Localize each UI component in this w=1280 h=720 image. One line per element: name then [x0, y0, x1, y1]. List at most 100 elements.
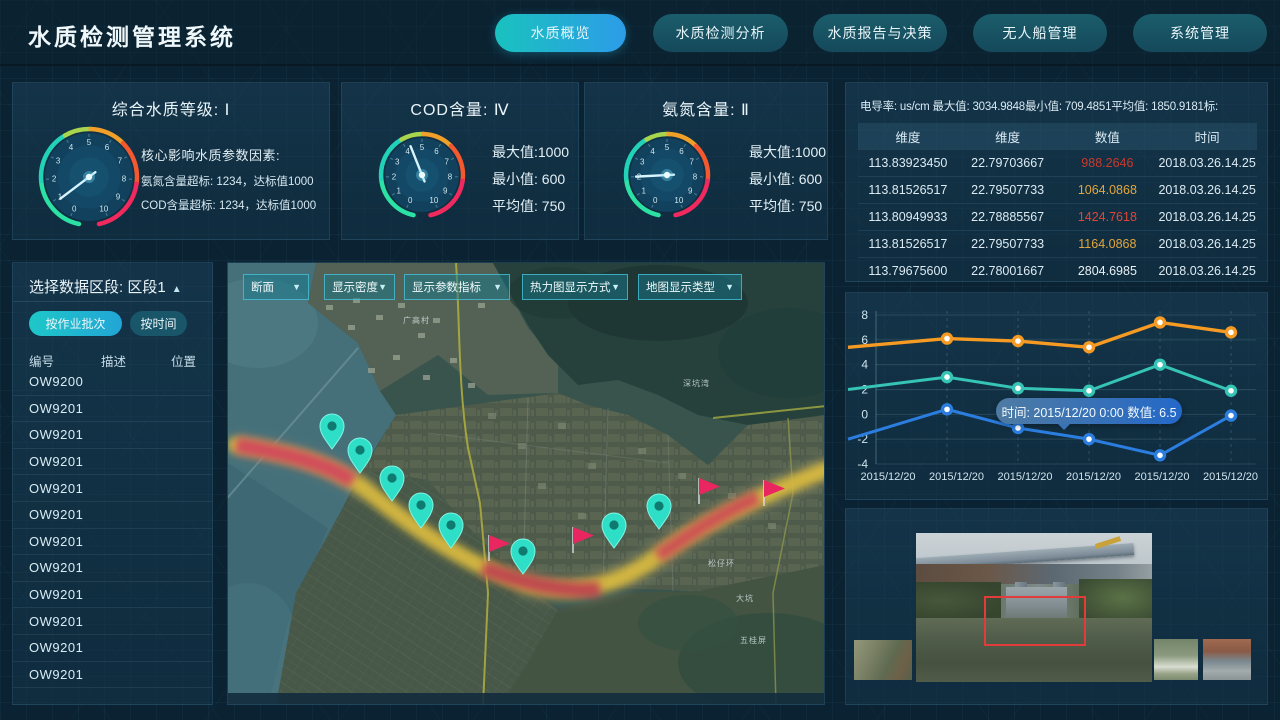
- conductivity-table: 维度维度数值时间113.8392345022.79703667988.26462…: [858, 123, 1257, 284]
- svg-text:-4: -4: [857, 457, 868, 471]
- gauge-desc-line: COD含量超标: 1234，达标值1000: [141, 197, 316, 213]
- svg-text:6: 6: [105, 143, 110, 152]
- list-item[interactable]: OW9201: [13, 475, 212, 502]
- panel-cod: COD含量: Ⅳ 012345678910 最大值:1000最小值: 600平均…: [341, 82, 579, 240]
- svg-text:3: 3: [56, 156, 61, 165]
- map-place-label: 松仔环: [708, 558, 735, 569]
- svg-text:0: 0: [408, 196, 413, 205]
- map-filter-dropdown[interactable]: 地图显示类型▼: [638, 274, 742, 300]
- nav-tab-1[interactable]: 水质概览: [495, 14, 626, 52]
- line-chart: 86420-2-42015/12/202015/12/202015/12/202…: [846, 293, 1269, 501]
- value-cell: 988.2646: [1058, 156, 1158, 170]
- list-item[interactable]: OW9201: [13, 555, 212, 582]
- list-item[interactable]: OW9201: [13, 529, 212, 556]
- chevron-down-icon: ▼: [725, 282, 734, 292]
- panel-conductivity: 电导率: us/cm 最大值: 3034.9848最小值: 709.4851平均…: [845, 82, 1268, 282]
- value-cell: 1424.7618: [1058, 210, 1158, 224]
- svg-text:7: 7: [444, 158, 449, 167]
- svg-text:0: 0: [861, 407, 868, 421]
- cell: 22.79703667: [958, 156, 1058, 170]
- svg-text:2: 2: [392, 172, 397, 181]
- chart-line-orange: [848, 322, 1231, 347]
- list-item[interactable]: OW9201: [13, 502, 212, 529]
- list-item[interactable]: OW9200: [13, 369, 212, 396]
- svg-text:6: 6: [434, 147, 439, 156]
- gauge-overall: 012345678910: [37, 125, 141, 229]
- svg-text:2015/12/20: 2015/12/20: [1066, 471, 1121, 483]
- photo-annotation-box: [984, 596, 1085, 647]
- value-cell: 1164.0868: [1058, 237, 1158, 251]
- list-column-header: 描述: [101, 351, 126, 370]
- photo-main[interactable]: [916, 533, 1152, 682]
- map-filter-dropdown[interactable]: 显示密度▼: [324, 274, 395, 300]
- svg-text:9: 9: [443, 186, 448, 195]
- svg-text:8: 8: [122, 175, 127, 184]
- nav-tab-3[interactable]: 水质报告与决策: [813, 14, 947, 52]
- list-item[interactable]: OW9201: [13, 662, 212, 689]
- gauge-stats: 最大值:1000最小值: 600平均值: 750: [492, 139, 569, 220]
- table-row[interactable]: 113.7967560022.780016672804.69852018.03.…: [858, 257, 1257, 284]
- svg-text:5: 5: [665, 143, 670, 152]
- svg-text:2015/12/20: 2015/12/20: [1203, 471, 1258, 483]
- table-row[interactable]: 113.8094993322.788855671424.76182018.03.…: [858, 203, 1257, 230]
- list-item[interactable]: OW9201: [13, 608, 212, 635]
- photo-thumbnail[interactable]: [1154, 639, 1198, 680]
- map-place-label: 广高村: [403, 315, 430, 326]
- svg-text:2: 2: [861, 382, 868, 396]
- cell: 113.83923450: [858, 156, 958, 170]
- panel-title: 综合水质等级: Ⅰ: [13, 96, 329, 120]
- list-item[interactable]: OW9201: [13, 396, 212, 423]
- chevron-down-icon: ▼: [493, 282, 502, 292]
- list-item[interactable]: OW9201: [13, 635, 212, 662]
- cell: 2018.03.26.14.25: [1157, 156, 1257, 170]
- section-select-title[interactable]: 选择数据区段: 区段1▲: [29, 276, 182, 297]
- panel-title: 氨氮含量: Ⅱ: [585, 96, 827, 120]
- satellite-map[interactable]: [228, 263, 825, 705]
- section-filter-button[interactable]: 按时间: [130, 311, 187, 336]
- stat-line: 平均值: 750: [492, 193, 569, 220]
- cell: 2018.03.26.14.25: [1157, 237, 1257, 251]
- map-place-label: 大坑: [736, 593, 754, 604]
- list-column-header: 编号: [29, 351, 54, 370]
- stat-line: 最小值: 600: [492, 166, 569, 193]
- table-row[interactable]: 113.8392345022.79703667988.26462018.03.2…: [858, 149, 1257, 176]
- photo-thumbnail[interactable]: [1203, 639, 1251, 680]
- cell: 2018.03.26.14.25: [1157, 264, 1257, 278]
- table-row[interactable]: 113.8152651722.795077331064.08682018.03.…: [858, 176, 1257, 203]
- map-filter-dropdown[interactable]: 断面▼: [243, 274, 309, 300]
- svg-text:9: 9: [688, 186, 693, 195]
- svg-text:5: 5: [420, 143, 425, 152]
- collapse-arrow-icon[interactable]: ▲: [172, 284, 182, 295]
- map-filter-dropdown[interactable]: 显示参数指标▼: [404, 274, 510, 300]
- table-row[interactable]: 113.8152651722.795077331164.08682018.03.…: [858, 230, 1257, 257]
- svg-text:8: 8: [693, 172, 698, 181]
- svg-text:10: 10: [674, 196, 683, 205]
- panel-ammonia: 氨氮含量: Ⅱ 012345678910 最大值:1000最小值: 600平均值…: [584, 82, 828, 240]
- panel-trend-chart: 86420-2-42015/12/202015/12/202015/12/202…: [845, 292, 1268, 500]
- chevron-down-icon: ▼: [611, 282, 620, 292]
- value-cell: 2804.6985: [1058, 264, 1158, 278]
- cell: 22.78885567: [958, 210, 1058, 224]
- svg-text:2: 2: [52, 175, 57, 184]
- map-place-label: 五桂屏: [740, 635, 767, 646]
- svg-text:4: 4: [650, 147, 655, 156]
- list-item[interactable]: OW9201: [13, 582, 212, 609]
- svg-text:10: 10: [99, 205, 108, 214]
- nav-tab-4[interactable]: 无人船管理: [973, 14, 1107, 52]
- svg-text:0: 0: [72, 205, 77, 214]
- list-item[interactable]: OW9201: [13, 449, 212, 476]
- nav-tab-5[interactable]: 系统管理: [1133, 14, 1267, 52]
- table-header-row: 维度维度数值时间: [858, 123, 1257, 149]
- svg-text:3: 3: [640, 158, 645, 167]
- list-column-header: 位置: [171, 351, 196, 370]
- photo-thumbnail[interactable]: [854, 640, 912, 680]
- map-panel[interactable]: 断面▼显示密度▼显示参数指标▼热力图显示方式▼地图显示类型▼ 广高村深坑湾松仔环…: [227, 262, 825, 705]
- list-item[interactable]: OW9201: [13, 422, 212, 449]
- section-filter-button[interactable]: 按作业批次: [29, 311, 122, 336]
- map-filter-dropdown[interactable]: 热力图显示方式▼: [522, 274, 628, 300]
- cell: 113.80949933: [858, 210, 958, 224]
- chevron-down-icon: ▼: [378, 282, 387, 292]
- nav-tab-2[interactable]: 水质检测分析: [653, 14, 788, 52]
- header: 水质检测管理系统 水质概览水质检测分析水质报告与决策无人船管理系统管理: [0, 0, 1280, 66]
- value-cell: 1064.0868: [1058, 183, 1158, 197]
